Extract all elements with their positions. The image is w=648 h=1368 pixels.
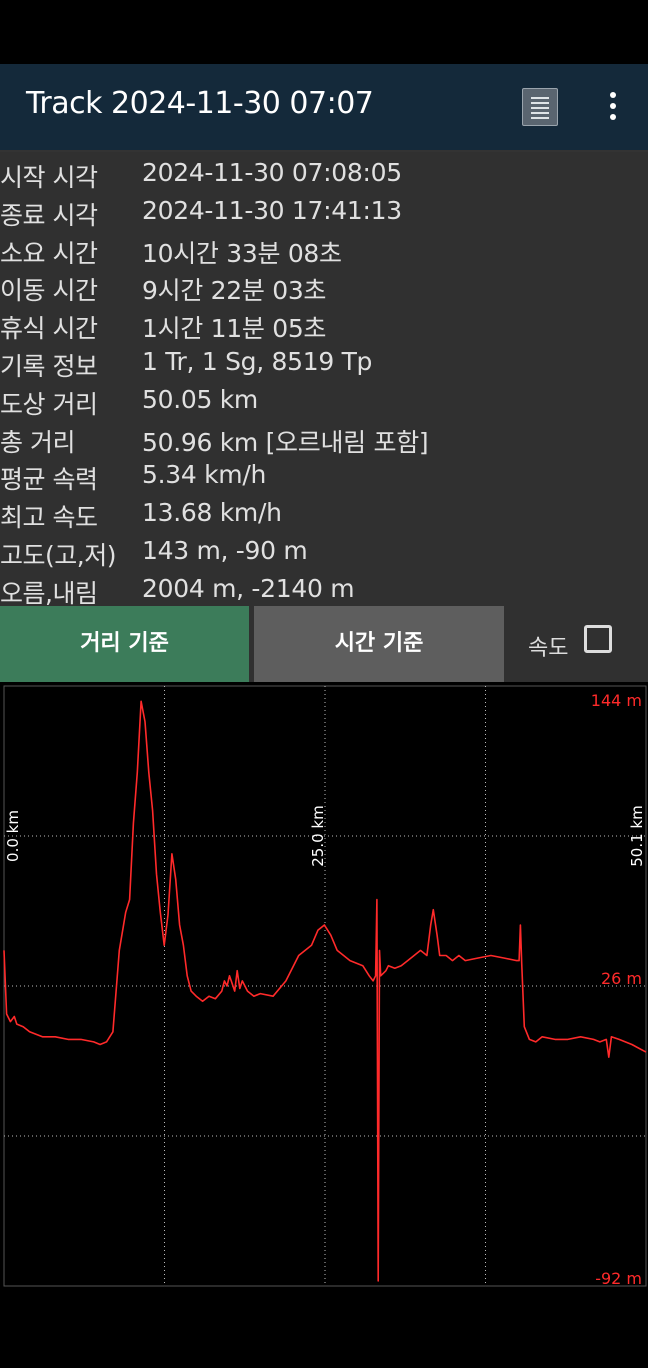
info-value: 5.34 km/h xyxy=(142,460,267,490)
list-icon[interactable] xyxy=(522,88,558,126)
track-info-panel: 시작 시각 2024-11-30 07:08:05 종료 시각 2024-11-30 … xyxy=(0,152,648,608)
info-value: 10시간 33분 08초 xyxy=(142,238,342,268)
info-row: 기록 정보 1 Tr, 1 Sg, 8519 Tp xyxy=(0,343,648,381)
info-label: 휴식 시간 xyxy=(0,314,98,344)
more-vert-icon[interactable] xyxy=(600,92,626,124)
info-label: 오름,내림 xyxy=(0,578,98,608)
info-value: 13.68 km/h xyxy=(142,498,282,528)
info-label: 이동 시간 xyxy=(0,276,98,306)
x-tick-label: 50.1 km xyxy=(628,805,646,866)
time-basis-button[interactable]: 시간 기준 xyxy=(254,606,504,682)
info-label: 총 거리 xyxy=(0,427,75,457)
info-label: 도상 거리 xyxy=(0,389,98,419)
info-row: 평균 속력 5.34 km/h xyxy=(0,456,648,494)
info-value: 2024-11-30 07:08:05 xyxy=(142,158,402,187)
info-label: 최고 속도 xyxy=(0,503,98,533)
y-tick-label: 144 m xyxy=(591,691,642,710)
info-label: 소요 시간 xyxy=(0,238,98,268)
info-label: 고도(고,저) xyxy=(0,541,116,570)
x-tick-label: 25.0 km xyxy=(309,805,327,866)
chart-controls: 거리 기준 시간 기준 속도 xyxy=(0,606,648,682)
y-tick-label: -92 m xyxy=(595,1269,642,1288)
info-label: 평균 속력 xyxy=(0,465,98,495)
page-title: Track 2024-11-30 07:07 xyxy=(26,86,374,121)
x-tick-label: 0.0 km xyxy=(4,810,22,862)
info-value: 2024-11-30 17:41:13 xyxy=(142,195,402,225)
speed-label: 속도 xyxy=(528,636,569,661)
info-value: 9시간 22분 03초 xyxy=(142,276,327,306)
info-row: 이동 시간 9시간 22분 03초 xyxy=(0,267,648,305)
info-value: 2004 m, -2140 m xyxy=(142,573,355,603)
status-bar xyxy=(0,0,648,64)
app-bar: Track 2024-11-30 07:07 xyxy=(0,64,648,152)
info-row: 도상 거리 50.05 km xyxy=(0,381,648,419)
info-row: 오름,내림 2004 m, -2140 m xyxy=(0,570,648,608)
info-value: 1시간 11분 05초 xyxy=(142,314,327,344)
info-label: 기록 정보 xyxy=(0,352,98,381)
info-row: 총 거리 50.96 km [오르내림 포함] xyxy=(0,419,648,457)
speed-checkbox[interactable] xyxy=(584,625,612,653)
elevation-chart-svg: 144 m 26 m -92 m 0.0 km 25.0 km 50.1 km xyxy=(3,685,647,1288)
info-value: 1 Tr, 1 Sg, 8519 Tp xyxy=(142,347,373,376)
info-value: 143 m, -90 m xyxy=(142,536,308,565)
info-value: 50.96 km [오르내림 포함] xyxy=(142,427,429,457)
info-row: 종료 시각 2024-11-30 17:41:13 xyxy=(0,192,648,230)
elevation-chart: 144 m 26 m -92 m 0.0 km 25.0 km 50.1 km xyxy=(0,682,648,1288)
y-tick-label: 26 m xyxy=(601,969,642,988)
info-value: 50.05 km xyxy=(142,384,258,414)
distance-basis-button[interactable]: 거리 기준 xyxy=(0,606,249,682)
info-label: 종료 시각 xyxy=(0,200,98,230)
info-label: 시작 시각 xyxy=(0,163,98,192)
info-row: 소요 시간 10시간 33분 08초 xyxy=(0,230,648,268)
info-row: 최고 속도 13.68 km/h xyxy=(0,494,648,532)
info-row: 고도(고,저) 143 m, -90 m xyxy=(0,532,648,570)
info-row: 시작 시각 2024-11-30 07:08:05 xyxy=(0,154,648,192)
info-row: 휴식 시간 1시간 11분 05초 xyxy=(0,305,648,343)
